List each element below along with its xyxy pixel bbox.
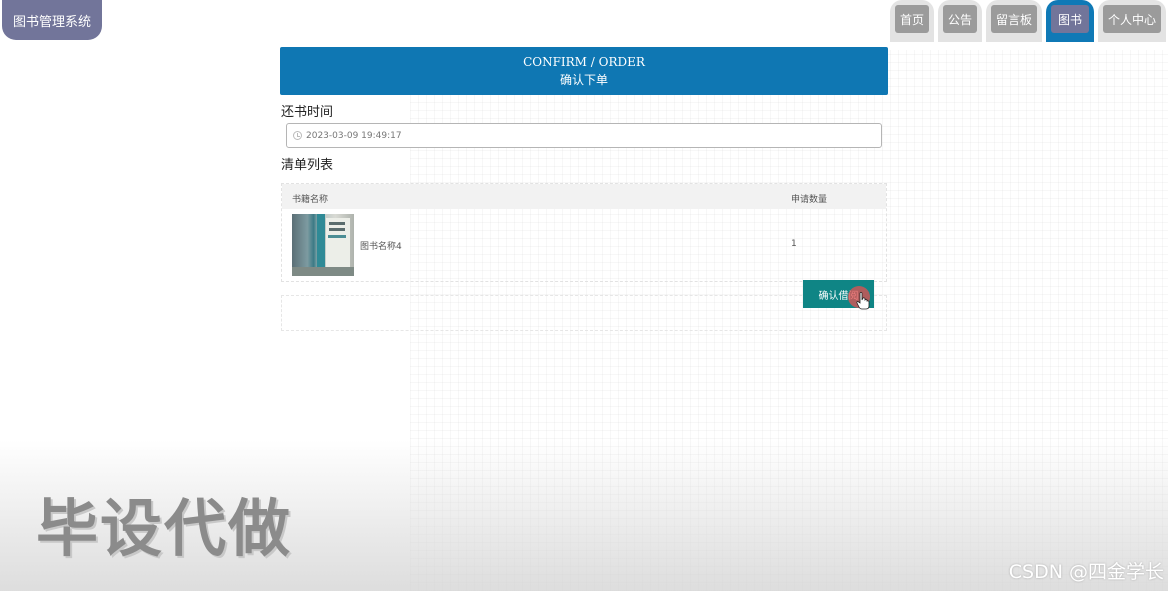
column-header-book-name: 书籍名称 (292, 195, 329, 205)
table-header: 书籍名称 申请数量 (282, 184, 886, 209)
return-time-label: 还书时间 (281, 105, 334, 120)
source-watermark: CSDN @四金学长 (1008, 561, 1164, 583)
app-brand[interactable]: 图书管理系统 (2, 0, 102, 40)
confirm-order-banner: CONFIRM / ORDER 确认下单 (280, 47, 888, 95)
clock-icon (293, 131, 302, 140)
app-title: 图书管理系统 (12, 14, 91, 30)
action-bar (281, 295, 887, 331)
banner-title-en: CONFIRM / ORDER (523, 55, 645, 69)
nav-tab-label: 公告 (943, 5, 977, 33)
book-cover-image (292, 214, 354, 276)
table-row: 图书名称4 1 (282, 209, 886, 282)
nav-tab-label: 个人中心 (1103, 5, 1161, 33)
column-header-quantity: 申请数量 (791, 195, 828, 205)
nav-tab-message-board[interactable]: 留言板 (986, 0, 1042, 42)
banner-title-cn: 确认下单 (559, 73, 608, 87)
nav-tab-label: 图书 (1051, 5, 1089, 33)
return-time-picker[interactable]: 2023-03-09 19:49:17 (286, 123, 882, 148)
list-label: 清单列表 (281, 158, 334, 173)
nav-tab-label: 留言板 (991, 5, 1037, 33)
nav-tab-personal-center[interactable]: 个人中心 (1098, 0, 1166, 42)
book-name: 图书名称4 (360, 242, 402, 252)
book-quantity: 1 (791, 239, 797, 249)
hand-cursor-icon (856, 292, 870, 310)
promo-watermark: 毕设代做 (36, 492, 293, 565)
order-list-table: 书籍名称 申请数量 图书名称4 1 (281, 183, 887, 282)
nav-tab-announcement[interactable]: 公告 (938, 0, 982, 42)
nav-tab-home[interactable]: 首页 (890, 0, 934, 42)
nav-tab-books[interactable]: 图书 (1046, 0, 1094, 42)
nav-tab-label: 首页 (895, 5, 929, 33)
return-time-value: 2023-03-09 19:49:17 (306, 130, 402, 141)
